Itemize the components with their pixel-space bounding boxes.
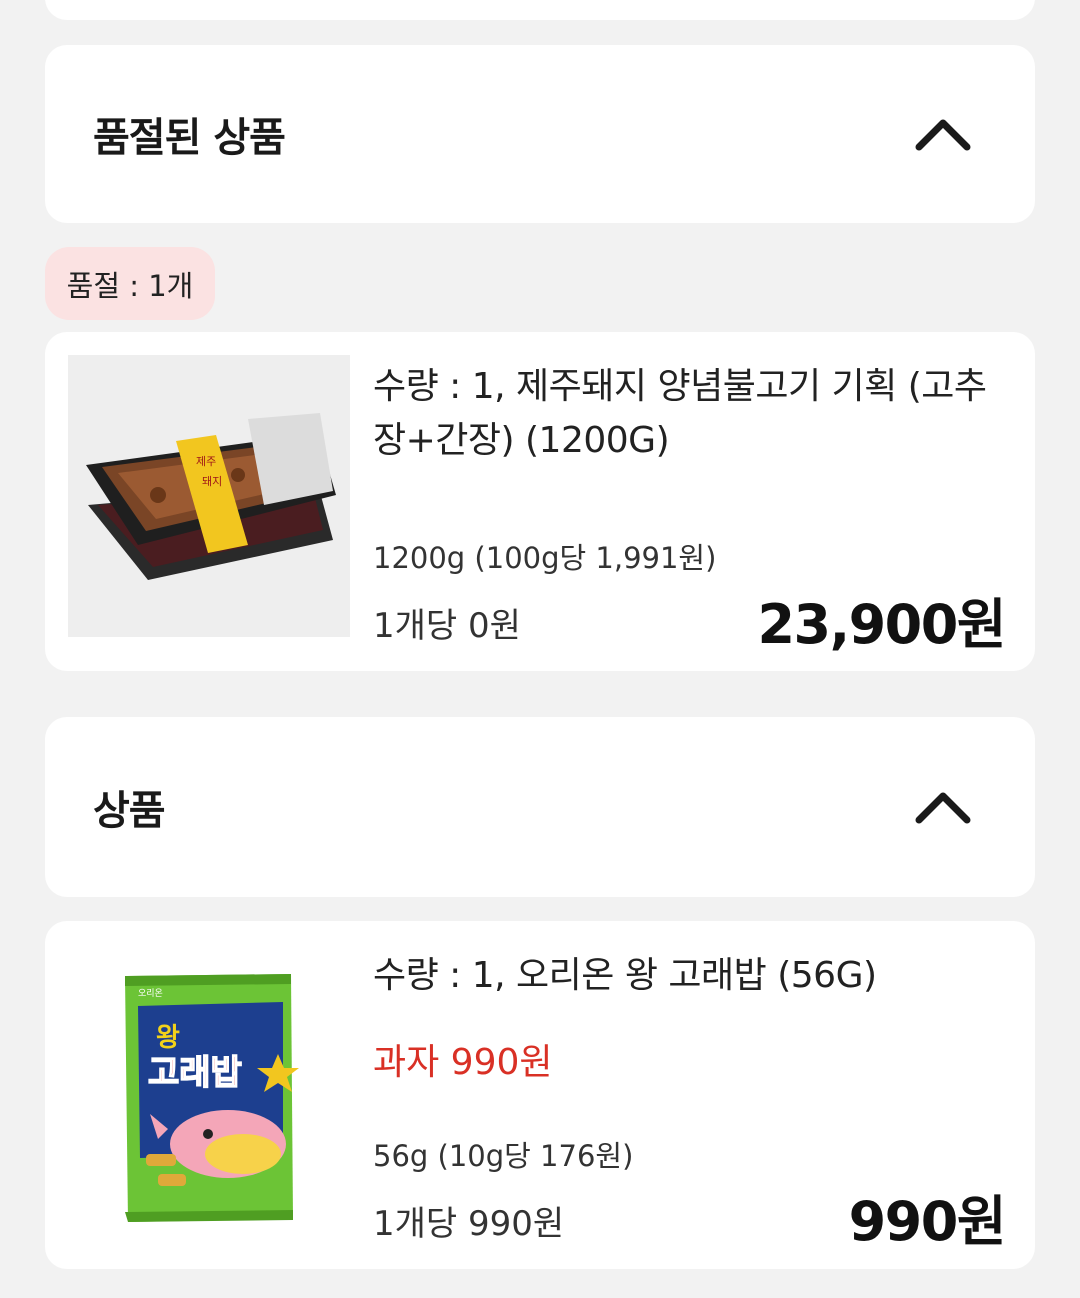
bag-title: 고래밥 [148, 1053, 242, 1093]
product-name: 수량 : 1, 제주돼지 양념불고기 기획 (고추장+간장) (1200G) [373, 366, 987, 461]
pork-bulgogi-tray-image: 제주 돼지 [68, 355, 350, 637]
per-item-price: 1개당 990원 [373, 1204, 565, 1244]
promo-text[interactable]: 과자 990원 [373, 1033, 553, 1085]
product-card[interactable]: 오리온 왕 고래밥 수량 : 1, 오리온 왕 고래밥 (56G) 과자 990… [45, 921, 1035, 1269]
sticker-line2: 돼지 [202, 475, 222, 488]
product-name: 수량 : 1, 오리온 왕 고래밥 (56G) [373, 955, 877, 996]
soldout-product-card[interactable]: 제주 돼지 수량 : 1, 제주돼지 양념불고기 기획 (고추장+간장) (12… [45, 332, 1035, 671]
chevron-up-icon[interactable] [913, 787, 973, 827]
total-price: 990원 [848, 1190, 1007, 1253]
bag-brand: 오리온 [138, 988, 163, 999]
per-item-price: 1개당 0원 [373, 606, 521, 646]
soldout-section-header[interactable]: 품절된 상품 [45, 45, 1035, 223]
unit-price: 1200g (100g당 1,991원) [373, 541, 717, 575]
soldout-count-badge: 품절 : 1개 [45, 247, 215, 320]
total-price: 23,900원 [757, 593, 1006, 656]
chevron-up-icon[interactable] [913, 114, 973, 154]
bag-title-top: 왕 [156, 1023, 180, 1053]
products-section-header[interactable]: 상품 [45, 717, 1035, 897]
soldout-section-title: 품절된 상품 [93, 115, 286, 161]
products-section-title: 상품 [93, 788, 166, 834]
sticker-line1: 제주 [196, 455, 216, 468]
snack-bag-image: 오리온 왕 고래밥 [68, 944, 350, 1226]
soldout-count-label: 품절 : 1개 [66, 268, 194, 303]
unit-price: 56g (10g당 176원) [373, 1139, 634, 1173]
previous-card [45, 0, 1035, 20]
